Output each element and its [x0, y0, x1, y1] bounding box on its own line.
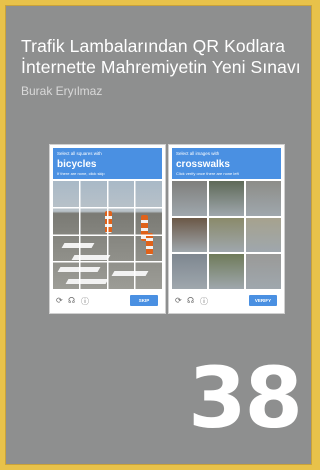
captcha-image-tile[interactable] [172, 217, 207, 253]
captcha-image-tile[interactable] [246, 217, 281, 253]
captcha-image-tile[interactable] [172, 254, 207, 289]
captcha-footer: ⟳ ☊ ⓘ SKIP [53, 293, 162, 309]
captcha-image-tile[interactable] [172, 181, 207, 216]
headphones-icon[interactable]: ☊ [187, 296, 194, 305]
captcha-image-grid [172, 181, 281, 289]
captcha-image-tile[interactable] [209, 181, 244, 216]
captcha-image-tile[interactable] [209, 217, 244, 253]
captcha-bicycles-widget: Select all squares with bicycles If ther… [49, 144, 166, 314]
magazine-cover: Trafik Lambalarından QR Kodlara İnternet… [6, 6, 311, 464]
captcha-instruction: Select all squares with [57, 151, 102, 156]
reload-icon[interactable]: ⟳ [175, 296, 182, 305]
article-title: Trafik Lambalarından QR Kodlara İnternet… [21, 36, 301, 77]
captcha-header: Select all squares with bicycles If ther… [53, 148, 162, 179]
reload-icon[interactable]: ⟳ [56, 296, 63, 305]
captcha-instruction: Select all images with [176, 151, 220, 156]
issue-number: 38 [188, 349, 303, 447]
captcha-image-tile[interactable] [209, 254, 244, 289]
captcha-image-tile[interactable] [246, 254, 281, 289]
captcha-image-grid[interactable] [53, 181, 162, 289]
skip-button[interactable]: SKIP [130, 295, 158, 306]
verify-button[interactable]: VERIFY [249, 295, 277, 306]
author-name: Burak Eryılmaz [21, 84, 103, 98]
captcha-crosswalks-widget: Select all images with crosswalks Click … [168, 144, 285, 314]
captcha-footer: ⟳ ☊ ⓘ VERIFY [172, 293, 281, 309]
captcha-image-tile[interactable] [246, 181, 281, 216]
captcha-hint: If there are none, click skip [57, 171, 105, 176]
headphones-icon[interactable]: ☊ [68, 296, 75, 305]
captcha-target: crosswalks [176, 159, 230, 170]
info-icon[interactable]: ⓘ [200, 296, 208, 307]
captcha-target: bicycles [57, 159, 97, 170]
captcha-header: Select all images with crosswalks Click … [172, 148, 281, 179]
captcha-hint: Click verify once there are none left [176, 171, 239, 176]
info-icon[interactable]: ⓘ [81, 296, 89, 307]
